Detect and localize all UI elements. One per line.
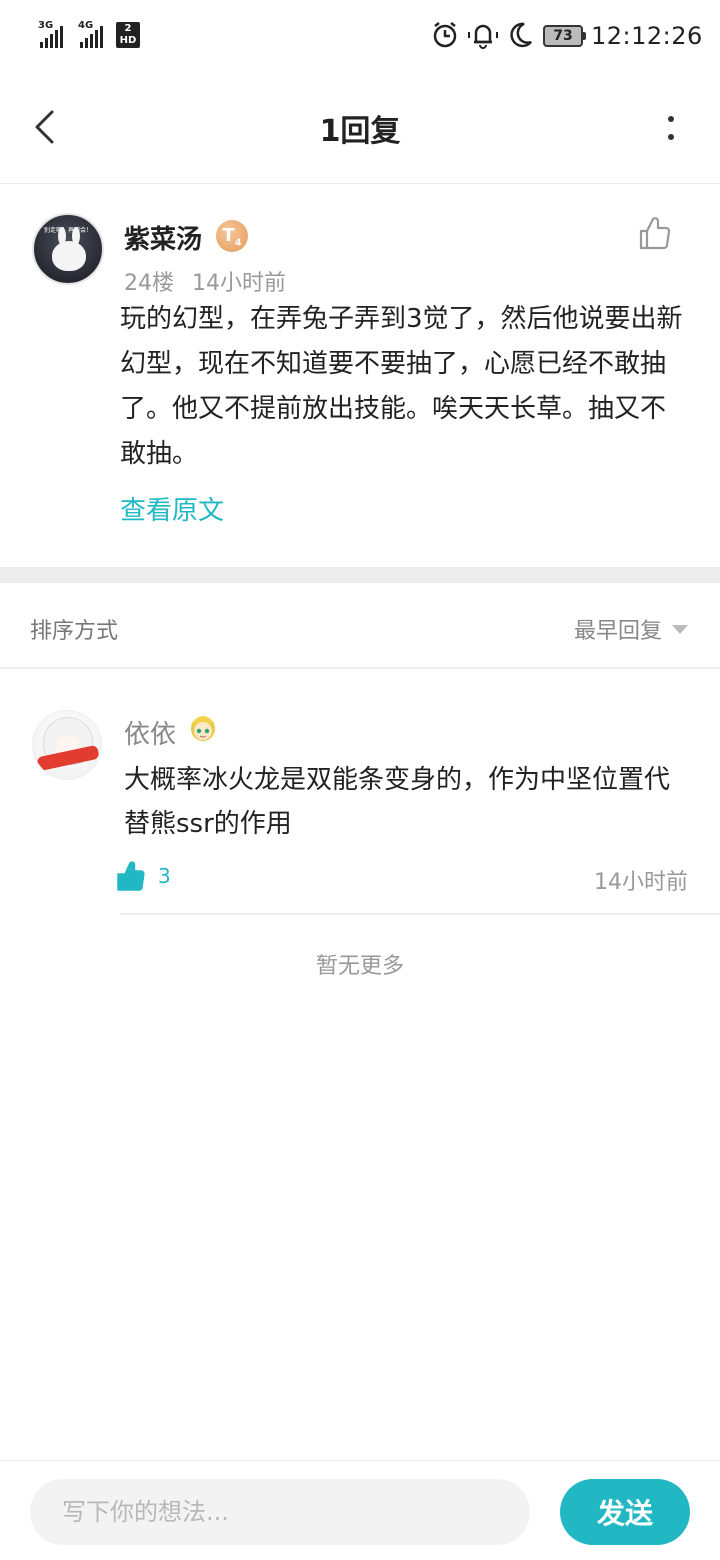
sim-badge-bottom: HD <box>119 35 137 46</box>
reply-author-name[interactable]: 依依 <box>124 714 176 751</box>
signal-4g-icon: 4G <box>78 20 103 48</box>
like-button[interactable] <box>638 215 672 251</box>
network-label-2: 4G <box>78 20 94 31</box>
post-content: 玩的幻型，在弄兔子弄到3觉了，然后他说要出新幻型，现在不知道要不要抽了，心愿已经… <box>120 304 683 469</box>
network-label-1: 3G <box>38 20 54 31</box>
status-time: 12:12:26 <box>591 22 703 50</box>
send-button[interactable]: 发送 <box>560 1479 690 1545</box>
sort-bar: 排序方式 最早回复 <box>0 583 720 669</box>
no-more-text: 暂无更多 <box>315 954 404 979</box>
alarm-icon <box>433 22 457 48</box>
level-badge-number: 4 <box>234 237 242 249</box>
reply-like-count: 3 <box>158 864 171 888</box>
vibrate-bell-icon <box>468 24 498 49</box>
thumbs-up-outline-icon <box>639 217 671 250</box>
section-divider <box>0 567 720 583</box>
sort-label: 排序方式 <box>30 619 119 644</box>
sort-current-value: 最早回复 <box>573 619 662 644</box>
main-post: 别走嘛！再聊会！ 紫菜汤 T4 24楼 14小时前 玩的幻型，在弄兔子弄到3觉了，… <box>0 185 720 567</box>
status-bar: 3G 4G 2 HD 73 12:12:26 <box>0 0 720 72</box>
avatar-caption: 别走嘛！再聊会！ <box>43 227 92 234</box>
reply-item: 依依 大概率冰火龙是双能条变身的，作为中坚位置代替熊ssr的作用 3 14小时前 <box>0 670 720 915</box>
battery-indicator: 73 <box>543 25 586 47</box>
view-original-link[interactable]: 查看原文 <box>120 490 224 527</box>
page-title: 1回复 <box>319 114 401 149</box>
more-dot <box>668 134 674 140</box>
comment-input[interactable] <box>30 1479 530 1545</box>
reply-like-button[interactable]: 3 <box>116 860 171 892</box>
thumbs-up-filled-icon <box>117 861 145 891</box>
reply-author-avatar[interactable] <box>32 710 102 780</box>
character-badge-icon <box>191 716 215 741</box>
post-meta: 24楼 14小时前 <box>124 265 286 297</box>
top-nav-bar: 1回复 <box>0 72 720 184</box>
floor-number: 24楼 <box>124 271 174 296</box>
caret-down-icon <box>672 624 688 634</box>
reply-content: 大概率冰火龙是双能条变身的，作为中坚位置代替熊ssr的作用 <box>124 765 671 839</box>
reply-divider <box>120 913 720 915</box>
level-badge-icon: T4 <box>216 220 248 252</box>
more-options-button[interactable] <box>656 110 686 146</box>
author-avatar[interactable]: 别走嘛！再聊会！ <box>32 213 104 285</box>
signal-3g-icon: 3G <box>38 20 63 48</box>
reply-time: 14小时前 <box>594 870 688 895</box>
author-name[interactable]: 紫菜汤 <box>124 219 202 256</box>
comment-composer: 发送 <box>0 1460 720 1560</box>
do-not-disturb-moon-icon <box>510 22 532 48</box>
more-dot <box>668 116 674 122</box>
post-time: 14小时前 <box>192 271 286 296</box>
sim-badge-top: 2 <box>124 23 132 34</box>
hd-badge-icon: 2 HD <box>116 22 140 48</box>
level-badge-letter: T <box>222 225 235 246</box>
sort-dropdown[interactable]: 最早回复 <box>574 613 688 645</box>
